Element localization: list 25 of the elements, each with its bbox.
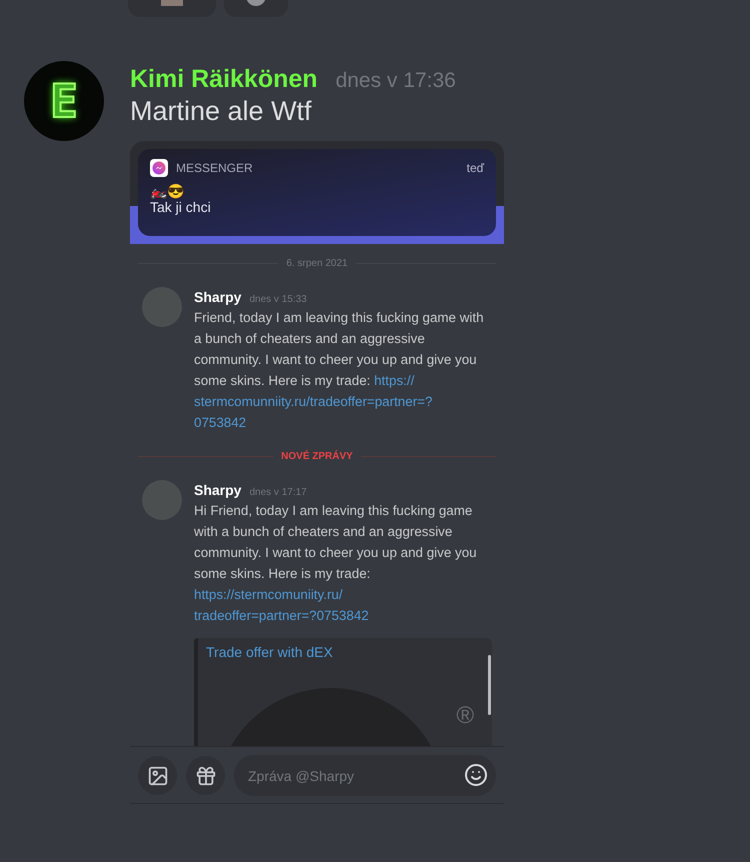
author-name[interactable]: Kimi Räikkönen <box>130 65 318 94</box>
date-divider: 6. srpen 2021 <box>286 258 348 269</box>
link[interactable]: 0753842 <box>194 415 246 430</box>
link[interactable]: tradeoffer=partner=?0753842 <box>194 608 369 623</box>
notification-text: Tak ji chci <box>150 199 211 215</box>
timestamp: dnes v 17:17 <box>249 487 307 498</box>
new-messages-divider: NOVÉ ZPRÁVY <box>281 451 353 462</box>
link[interactable]: https://stermcomuniity.ru/ <box>194 587 343 602</box>
notification-app: MESSENGER <box>176 161 254 175</box>
link[interactable]: https:// <box>374 373 414 388</box>
author-name[interactable]: Sharpy <box>194 482 242 498</box>
author-name[interactable]: Sharpy <box>194 289 242 305</box>
message-text: Hi Friend, today I am leaving this fucking game with a bunch of cheaters and an aggressive community. I want to cheer you up and give you some skins. Here is my trade: https://stermcomuniity.ru/ tradeoffer=partner=?0753842 <box>194 502 478 625</box>
notification-time: teď <box>466 161 484 175</box>
notification-emoji: 🏍😎 <box>150 183 184 199</box>
timestamp: dnes v 15:33 <box>249 294 307 305</box>
message-text: Friend, today I am leaving this fucking game with a bunch of cheaters and an aggressive community. I want to cheer you up and give you some skins. Here is my trade: https:// stermcomunniity.ru/tradeoffer=partner=? 0753842 <box>194 309 485 432</box>
message-field[interactable]: Zpráva @Sharpy <box>234 755 496 796</box>
timestamp: dnes v 17:36 <box>336 69 456 93</box>
avatar-letter: E <box>50 74 78 128</box>
registered-mark: ® <box>456 702 474 730</box>
embed-title[interactable]: Trade offer with dEX <box>206 644 333 660</box>
message-text: Martine ale Wtf <box>130 96 313 127</box>
link[interactable]: stermcomunniity.ru/tradeoffer=partner=? <box>194 394 432 409</box>
avatar[interactable]: E <box>24 61 104 141</box>
